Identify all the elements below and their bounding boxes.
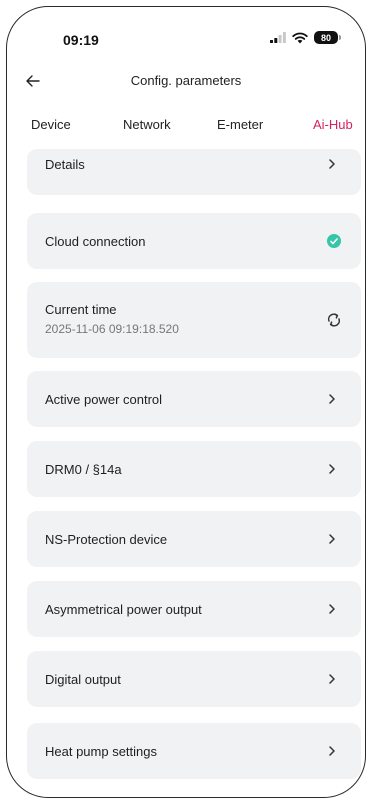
active-power-control-label: Active power control — [45, 392, 163, 407]
signal-icon — [270, 32, 286, 43]
tab-bar: Device Network E-meter Ai-Hub — [7, 117, 365, 141]
chevron-right-icon — [325, 157, 339, 171]
battery-tip — [339, 35, 341, 40]
wifi-icon — [292, 32, 308, 43]
chevron-right-icon — [325, 744, 339, 758]
active-power-control-item[interactable]: Active power control — [27, 371, 361, 427]
status-bar: 09:19 80 — [7, 7, 365, 67]
cloud-connection-label: Cloud connection — [45, 234, 146, 249]
chevron-right-icon — [325, 462, 339, 476]
chevron-right-icon — [325, 672, 339, 686]
tab-network[interactable]: Network — [123, 117, 171, 132]
drm0-label: DRM0 / §14a — [45, 462, 122, 477]
current-time-label: Current time — [45, 302, 117, 317]
ns-protection-label: NS-Protection device — [45, 532, 168, 547]
current-time-value: 2025-11-06 09:19:18.520 — [45, 322, 179, 336]
ns-protection-item[interactable]: NS-Protection device — [27, 511, 361, 567]
check-circle-icon — [327, 234, 341, 248]
cloud-connection-item[interactable]: Cloud connection — [27, 213, 361, 269]
drm0-item[interactable]: DRM0 / §14a — [27, 441, 361, 497]
heat-pump-settings-label: Heat pump settings — [45, 744, 158, 759]
status-time: 09:19 — [63, 32, 99, 48]
phone-frame: 09:19 80 Config. parameters Device Netwo… — [6, 6, 366, 798]
details-item[interactable]: Details — [27, 149, 361, 195]
digital-output-label: Digital output — [45, 672, 121, 687]
current-time-item[interactable]: Current time 2025-11-06 09:19:18.520 — [27, 282, 361, 358]
asymmetrical-output-label: Asymmetrical power output — [45, 602, 202, 617]
heat-pump-settings-item[interactable]: Heat pump settings — [27, 723, 361, 779]
tab-device[interactable]: Device — [31, 117, 71, 132]
battery-icon: 80 — [314, 31, 338, 44]
refresh-icon[interactable] — [325, 311, 343, 329]
tab-ai-hub[interactable]: Ai-Hub — [313, 117, 353, 132]
chevron-right-icon — [325, 392, 339, 406]
chevron-right-icon — [325, 602, 339, 616]
digital-output-item[interactable]: Digital output — [27, 651, 361, 707]
page-title: Config. parameters — [130, 73, 242, 88]
asymmetrical-output-item[interactable]: Asymmetrical power output — [27, 581, 361, 637]
chevron-right-icon — [325, 532, 339, 546]
status-icons: 80 — [270, 31, 341, 44]
header: Config. parameters — [7, 63, 365, 99]
tab-e-meter[interactable]: E-meter — [217, 117, 263, 132]
details-label: Details — [45, 157, 85, 172]
